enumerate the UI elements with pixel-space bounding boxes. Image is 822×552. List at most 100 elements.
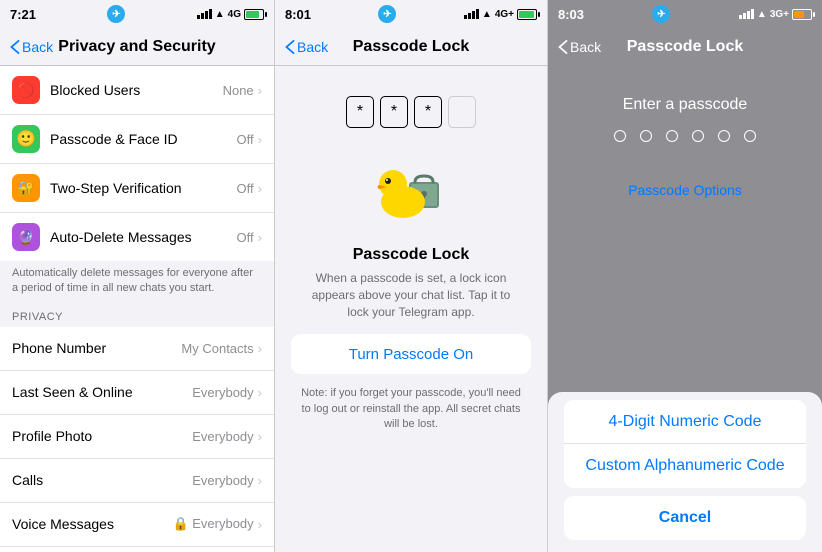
- voice-value: 🔒 Everybody: [172, 516, 253, 532]
- auto-delete-icon: 🔮: [12, 223, 40, 251]
- voice-label: Voice Messages: [12, 516, 172, 532]
- passcode-options-sheet: 4-Digit Numeric Code Custom Alphanumeric…: [548, 392, 822, 552]
- settings-item-two-step[interactable]: 🔐 Two-Step Verification Off ›: [0, 164, 274, 213]
- network-3: 3G+: [770, 9, 789, 20]
- wifi-icon-2: ▲: [482, 9, 492, 20]
- duck-illustration: [371, 148, 451, 228]
- two-step-value: Off: [237, 181, 254, 196]
- settings-list-1[interactable]: 🚫 Blocked Users None › 🙂 Passcode & Face…: [0, 66, 274, 552]
- time-1: 7:21: [10, 7, 36, 22]
- entry-dot-4: [692, 130, 704, 142]
- top-section: 🚫 Blocked Users None › 🙂 Passcode & Face…: [0, 66, 274, 261]
- network-1: 4G: [228, 9, 241, 20]
- battery-1: [244, 9, 264, 20]
- auto-delete-value: Off: [237, 230, 254, 245]
- chevron-passcode: ›: [258, 132, 262, 147]
- settings-item-blocked[interactable]: 🚫 Blocked Users None ›: [0, 66, 274, 115]
- back-button-1[interactable]: Back: [10, 39, 53, 55]
- blocked-label: Blocked Users: [50, 82, 223, 98]
- passcode-note: Note: if you forget your passcode, you'l…: [291, 386, 531, 432]
- panel-passcode-entry: 8:03 ✈ ▲ 3G+ Back Passcode Lock Enter a …: [548, 0, 822, 552]
- dot-1: *: [346, 96, 374, 128]
- back-button-2[interactable]: Back: [285, 39, 328, 55]
- passcode-options-button[interactable]: Passcode Options: [628, 182, 742, 198]
- entry-dot-3: [666, 130, 678, 142]
- passcode-lock-title: Passcode Lock: [353, 246, 470, 264]
- calls-label: Calls: [12, 472, 192, 488]
- nav-title-3: Passcode Lock: [627, 38, 744, 56]
- entry-dot-1: [614, 130, 626, 142]
- status-bar-2: 8:01 ✈ ▲ 4G+: [275, 0, 547, 28]
- panel-privacy-security: 7:21 ✈ ▲ 4G Back Privacy and Security 🚫 …: [0, 0, 274, 552]
- privacy-section-label: PRIVACY: [0, 305, 274, 327]
- phone-value: My Contacts: [181, 341, 253, 356]
- numeric-code-button[interactable]: 4-Digit Numeric Code: [564, 400, 806, 444]
- chevron-two-step: ›: [258, 181, 262, 196]
- chevron-auto-delete: ›: [258, 230, 262, 245]
- entry-dot-5: [718, 130, 730, 142]
- two-step-icon: 🔐: [12, 174, 40, 202]
- wifi-icon-1: ▲: [215, 9, 225, 20]
- chevron-blocked: ›: [258, 83, 262, 98]
- turn-on-button[interactable]: Turn Passcode On: [291, 334, 531, 374]
- time-3: 8:03: [558, 7, 584, 22]
- passcode-lock-desc: When a passcode is set, a lock icon appe…: [291, 270, 531, 320]
- privacy-section: Phone Number My Contacts › Last Seen & O…: [0, 327, 274, 552]
- right-icons-3: ▲ 3G+: [739, 9, 812, 20]
- nav-bar-2: Back Passcode Lock: [275, 28, 547, 66]
- passcode-input-preview: * * *: [346, 96, 476, 128]
- blocked-icon: 🚫: [12, 76, 40, 104]
- signal-bars-1: [197, 9, 212, 19]
- passcode-info-content: * * *: [275, 66, 547, 552]
- settings-item-profile-photo[interactable]: Profile Photo Everybody ›: [0, 415, 274, 459]
- right-icons-2: ▲ 4G+: [464, 9, 537, 20]
- battery-2: [517, 9, 537, 20]
- telegram-logo-3: ✈: [652, 5, 670, 23]
- wifi-icon-3: ▲: [757, 9, 767, 20]
- settings-item-calls[interactable]: Calls Everybody ›: [0, 459, 274, 503]
- back-button-3[interactable]: Back: [558, 39, 601, 55]
- profile-photo-label: Profile Photo: [12, 428, 192, 444]
- nav-bar-3: Back Passcode Lock: [548, 28, 822, 66]
- cancel-button[interactable]: Cancel: [564, 496, 806, 540]
- telegram-logo-1: ✈: [107, 5, 125, 23]
- top-footer: Automatically delete messages for everyo…: [0, 262, 274, 305]
- auto-delete-label: Auto-Delete Messages: [50, 229, 237, 245]
- dot-4: [448, 96, 476, 128]
- telegram-logo-2: ✈: [378, 5, 396, 23]
- settings-item-voice[interactable]: Voice Messages 🔒 Everybody ›: [0, 503, 274, 547]
- settings-item-forwarded[interactable]: Forwarded Messages Everybody ›: [0, 547, 274, 552]
- time-2: 8:01: [285, 7, 311, 22]
- entry-dot-2: [640, 130, 652, 142]
- phone-label: Phone Number: [12, 340, 181, 356]
- settings-item-auto-delete[interactable]: 🔮 Auto-Delete Messages Off ›: [0, 213, 274, 261]
- passcode-label: Passcode & Face ID: [50, 131, 237, 147]
- nav-title-2: Passcode Lock: [353, 38, 470, 56]
- passcode-icon: 🙂: [12, 125, 40, 153]
- last-seen-value: Everybody: [192, 385, 253, 400]
- two-step-label: Two-Step Verification: [50, 180, 237, 196]
- network-2: 4G+: [495, 9, 514, 20]
- settings-item-passcode[interactable]: 🙂 Passcode & Face ID Off ›: [0, 115, 274, 164]
- alphanumeric-code-button[interactable]: Custom Alphanumeric Code: [564, 444, 806, 488]
- calls-value: Everybody: [192, 473, 253, 488]
- status-bar-1: 7:21 ✈ ▲ 4G: [0, 0, 274, 28]
- battery-3: [792, 9, 812, 20]
- entry-dot-6: [744, 130, 756, 142]
- settings-item-phone[interactable]: Phone Number My Contacts ›: [0, 327, 274, 371]
- dot-2: *: [380, 96, 408, 128]
- right-icons-1: ▲ 4G: [197, 9, 264, 20]
- dot-3: *: [414, 96, 442, 128]
- signal-bars-3: [739, 9, 754, 19]
- nav-title-1: Privacy and Security: [58, 38, 215, 56]
- panel-passcode-info: 8:01 ✈ ▲ 4G+ Back Passcode Lock * * *: [274, 0, 548, 552]
- passcode-value: Off: [237, 132, 254, 147]
- profile-photo-value: Everybody: [192, 429, 253, 444]
- enter-passcode-label: Enter a passcode: [623, 96, 748, 114]
- settings-item-last-seen[interactable]: Last Seen & Online Everybody ›: [0, 371, 274, 415]
- signal-bars-2: [464, 9, 479, 19]
- last-seen-label: Last Seen & Online: [12, 384, 192, 400]
- blocked-value: None: [223, 83, 254, 98]
- status-bar-3: 8:03 ✈ ▲ 3G+: [548, 0, 822, 28]
- entry-dots-row: [614, 130, 756, 142]
